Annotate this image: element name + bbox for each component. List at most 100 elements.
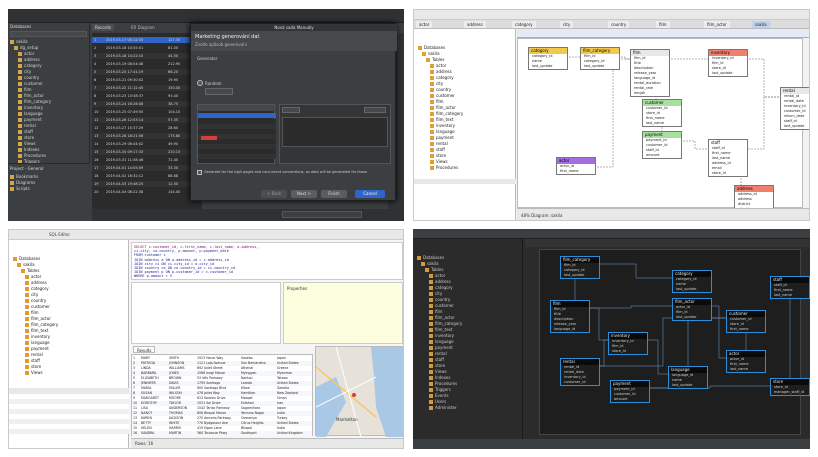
editor-tab[interactable]: film_actor bbox=[704, 21, 730, 28]
grid-row[interactable]: 11 2019-03-26 12:03:14 57.35 bbox=[92, 117, 202, 123]
relationship-line bbox=[580, 317, 726, 367]
tree-item-label: film_category bbox=[436, 111, 464, 116]
er-table[interactable]: film_category film_id category_id last_upda… bbox=[580, 47, 620, 70]
er-table[interactable]: film film_id title description release_year l… bbox=[550, 300, 590, 333]
finish-button[interactable]: Finish bbox=[321, 190, 347, 198]
sql-editor[interactable]: SELECT c.customer_id, c.first_name, c.la… bbox=[131, 242, 403, 280]
grid-row[interactable]: 18 2019-04-02 16:32:12 88.88 bbox=[92, 173, 202, 179]
grid-row[interactable]: 10 2019-03-25 07:49:50 104.10 bbox=[92, 109, 202, 115]
result-cell: 360 Toulouse Pkwy bbox=[197, 431, 228, 435]
grid-row[interactable]: 13 2019-03-28 18:21:56 175.80 bbox=[92, 133, 202, 139]
grid-row[interactable]: 20 2019-04-04 08:22:38 144.00 bbox=[92, 189, 202, 195]
results-grid[interactable]: 1 MARY SMITH 1913 Hanoi Way Sasebo Japan 2 PATR… bbox=[131, 354, 313, 436]
er-table[interactable]: actor actor_id first_name bbox=[556, 157, 596, 175]
folder-icon bbox=[25, 353, 29, 357]
er-table[interactable]: category category_id name last_update bbox=[528, 47, 568, 70]
tree-item-label: staff bbox=[24, 129, 33, 134]
random-label: Random bbox=[205, 81, 222, 86]
folder-icon bbox=[10, 181, 14, 185]
er-diagram-canvas[interactable]: film_category film_id category_id last_upda… bbox=[539, 249, 810, 435]
grid-row[interactable]: 15 2019-03-30 09:17:33 210.15 bbox=[92, 149, 202, 155]
er-table[interactable]: language language_id name last_update bbox=[668, 366, 708, 389]
editor-tab[interactable]: category bbox=[512, 21, 536, 28]
seed-input[interactable] bbox=[205, 88, 233, 95]
grid-row[interactable]: 8 2019-03-23 13:58:37 93.40 bbox=[92, 93, 202, 99]
folder-icon bbox=[429, 334, 433, 338]
editor-tab[interactable]: country bbox=[608, 21, 630, 28]
tree-item[interactable]: Administer bbox=[429, 405, 457, 411]
er-table[interactable]: actor actor_id first_name last_name bbox=[726, 350, 766, 373]
tree-item-label: Tables bbox=[431, 267, 444, 272]
random-radio[interactable] bbox=[197, 80, 203, 86]
er-diagram-canvas[interactable]: category category_id name last_update film_c… bbox=[517, 38, 809, 213]
editor-tab[interactable]: address bbox=[464, 21, 486, 28]
grid-row[interactable]: 19 2019-04-03 19:48:25 12.50 bbox=[92, 181, 202, 187]
er-table[interactable]: category category_id name last_update bbox=[672, 270, 712, 293]
tree-item-label: Views bbox=[31, 370, 43, 375]
tree-item-label: film_actor bbox=[31, 316, 51, 321]
folder-icon bbox=[18, 136, 22, 140]
result-row[interactable]: 16 SANDRA MARTIN 360 Toulouse Pkwy Southport… bbox=[132, 431, 312, 436]
er-table[interactable]: payment payment_id customer_id amount bbox=[610, 380, 650, 403]
er-table[interactable]: film_actor actor_id film_id last_update bbox=[672, 298, 712, 321]
er-table[interactable]: inventory inventory_id film_id store_id bbox=[608, 332, 648, 355]
tab-diagram[interactable]: ER Diagram bbox=[128, 24, 158, 31]
folder-icon bbox=[18, 154, 22, 158]
grid-row[interactable]: 17 2019-04-01 14:05:59 33.30 bbox=[92, 165, 202, 171]
navigator-filter-input[interactable] bbox=[10, 31, 87, 37]
tree-item[interactable]: Views bbox=[25, 370, 43, 376]
grid-row[interactable]: 9 2019-03-24 16:26:08 38.75 bbox=[92, 101, 202, 107]
grid-cell: 212.90 bbox=[168, 62, 181, 66]
grid-row[interactable]: 12 2019-03-27 15:37:29 28.60 bbox=[92, 125, 202, 131]
er-table[interactable]: customer customer_id store_id first_name las… bbox=[642, 99, 682, 127]
tab-records[interactable]: Records bbox=[92, 24, 114, 31]
options-checkbox[interactable] bbox=[197, 170, 202, 175]
grid-row[interactable]: 16 2019-03-31 11:58:46 72.40 bbox=[92, 157, 202, 163]
er-table[interactable]: film_category film_id category_id last_upda… bbox=[560, 256, 600, 279]
generator-select[interactable] bbox=[282, 107, 300, 113]
project-item[interactable]: Scripts bbox=[10, 186, 30, 192]
folder-icon bbox=[430, 124, 434, 128]
er-table[interactable]: rental rental_id rental_date inventory_id cu… bbox=[560, 358, 600, 386]
er-table[interactable]: store store_id manager_staff_id bbox=[770, 378, 810, 396]
grid-cell: 2 bbox=[94, 46, 97, 50]
folder-icon bbox=[18, 106, 22, 110]
folder-icon bbox=[430, 82, 434, 86]
selected-column-row[interactable] bbox=[198, 113, 276, 118]
map-view[interactable]: Manhattan bbox=[315, 346, 403, 438]
settings-button[interactable] bbox=[364, 107, 386, 113]
grid-row[interactable]: 5 2019-03-20 17:41:19 66.20 bbox=[92, 69, 202, 75]
grid-cell: 5 bbox=[94, 70, 97, 74]
editor-tab[interactable]: city bbox=[560, 21, 574, 28]
editor-tab[interactable]: actor bbox=[416, 21, 433, 28]
tab-results[interactable]: Results bbox=[133, 346, 156, 353]
result-cell: Southport bbox=[241, 431, 257, 435]
er-table[interactable]: staff staff_id first_name last_name bbox=[770, 276, 810, 299]
folder-icon bbox=[18, 94, 22, 98]
highlighted-column bbox=[201, 136, 217, 140]
tree-item[interactable]: Procedures bbox=[430, 165, 458, 171]
grid-row[interactable]: 6 2019-03-21 09:30:02 19.95 bbox=[92, 77, 202, 83]
grid-row[interactable]: 3 2019-03-18 14:22:10 44.50 bbox=[92, 53, 202, 59]
grid-row[interactable]: 2 2019-03-18 10:55:01 81.00 bbox=[92, 45, 202, 51]
er-table[interactable]: inventory inventory_id film_id store_id last… bbox=[708, 49, 748, 77]
grid-cell: 57.35 bbox=[168, 118, 179, 122]
editor-tab[interactable]: film bbox=[656, 21, 670, 28]
grid-row[interactable]: 4 2019-03-19 08:04:48 212.90 bbox=[92, 61, 202, 67]
grid-row[interactable]: 1 2019-03-17 05:12:33 127.30 bbox=[92, 37, 202, 43]
er-table[interactable]: staff staff_id first_name last_name address_… bbox=[708, 139, 748, 177]
grid-row[interactable]: 14 2019-03-29 06:44:02 49.90 bbox=[92, 141, 202, 147]
grid-row[interactable]: 7 2019-03-22 11:12:45 150.00 bbox=[92, 85, 202, 91]
cancel-button[interactable]: Cancel bbox=[355, 190, 385, 198]
editor-tab[interactable]: sakila bbox=[752, 21, 770, 28]
navigator-tree: Databases sakila Tables actor address categor… bbox=[11, 256, 127, 386]
columns-table[interactable] bbox=[197, 104, 276, 164]
next-button[interactable]: Next > bbox=[291, 190, 317, 198]
tree-item-label: staff bbox=[31, 358, 40, 363]
er-table[interactable]: customer customer_id store_id first_name bbox=[726, 310, 766, 333]
er-table[interactable]: payment payment_id customer_id staff_id amou… bbox=[642, 131, 682, 159]
er-table[interactable]: rental rental_id rental_date inventory_id cu… bbox=[780, 87, 809, 130]
back-button[interactable]: < Back bbox=[261, 190, 287, 198]
er-table[interactable]: film film_id title description release_year l… bbox=[630, 49, 670, 97]
folder-icon bbox=[429, 406, 433, 410]
